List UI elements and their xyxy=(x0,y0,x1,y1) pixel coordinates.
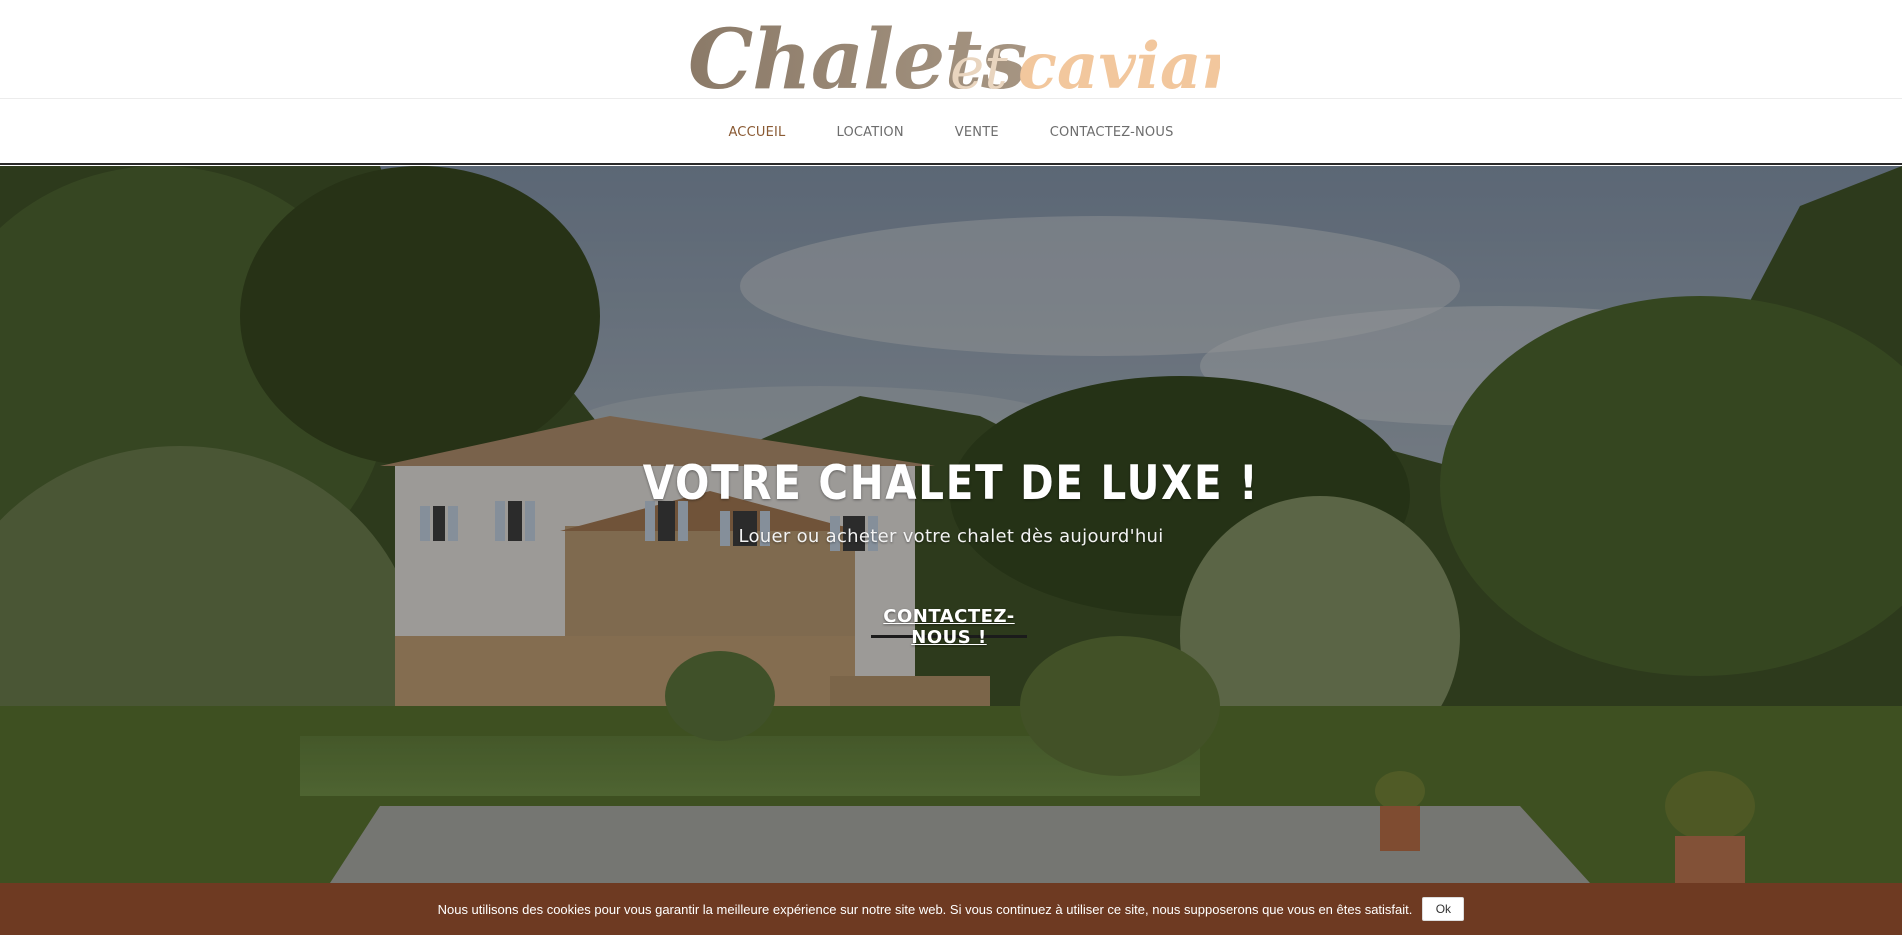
site-logo[interactable]: Chalets et caviar xyxy=(680,0,1220,99)
logo-word-et: et xyxy=(950,34,1008,99)
nav-item-location[interactable]: LOCATION xyxy=(836,125,903,140)
cookie-consent-text: Nous utilisons des cookies pour vous gar… xyxy=(437,901,1413,917)
nav-item-vente[interactable]: VENTE xyxy=(955,125,999,140)
hero-title: VOTRE CHALET DE LUXE ! xyxy=(642,456,1260,511)
nav-item-accueil[interactable]: ACCUEIL xyxy=(728,125,785,140)
hero-contact-button[interactable]: CONTACTEZ-NOUS ! xyxy=(871,606,1027,648)
nav-item-contactez-nous[interactable]: CONTACTEZ-NOUS xyxy=(1050,125,1174,140)
logo-header: Chalets et caviar xyxy=(0,0,1902,99)
hero-banner: VOTRE CHALET DE LUXE ! Louer ou acheter … xyxy=(0,166,1902,883)
logo-word-caviar: caviar xyxy=(1018,29,1220,99)
cookie-consent-bar: Nous utilisons des cookies pour vous gar… xyxy=(0,883,1902,935)
main-navigation: ACCUEIL LOCATION VENTE CONTACTEZ-NOUS xyxy=(0,99,1902,165)
hero-subtitle: Louer ou acheter votre chalet dès aujour… xyxy=(738,526,1164,547)
cookie-ok-button[interactable]: Ok xyxy=(1422,897,1465,921)
